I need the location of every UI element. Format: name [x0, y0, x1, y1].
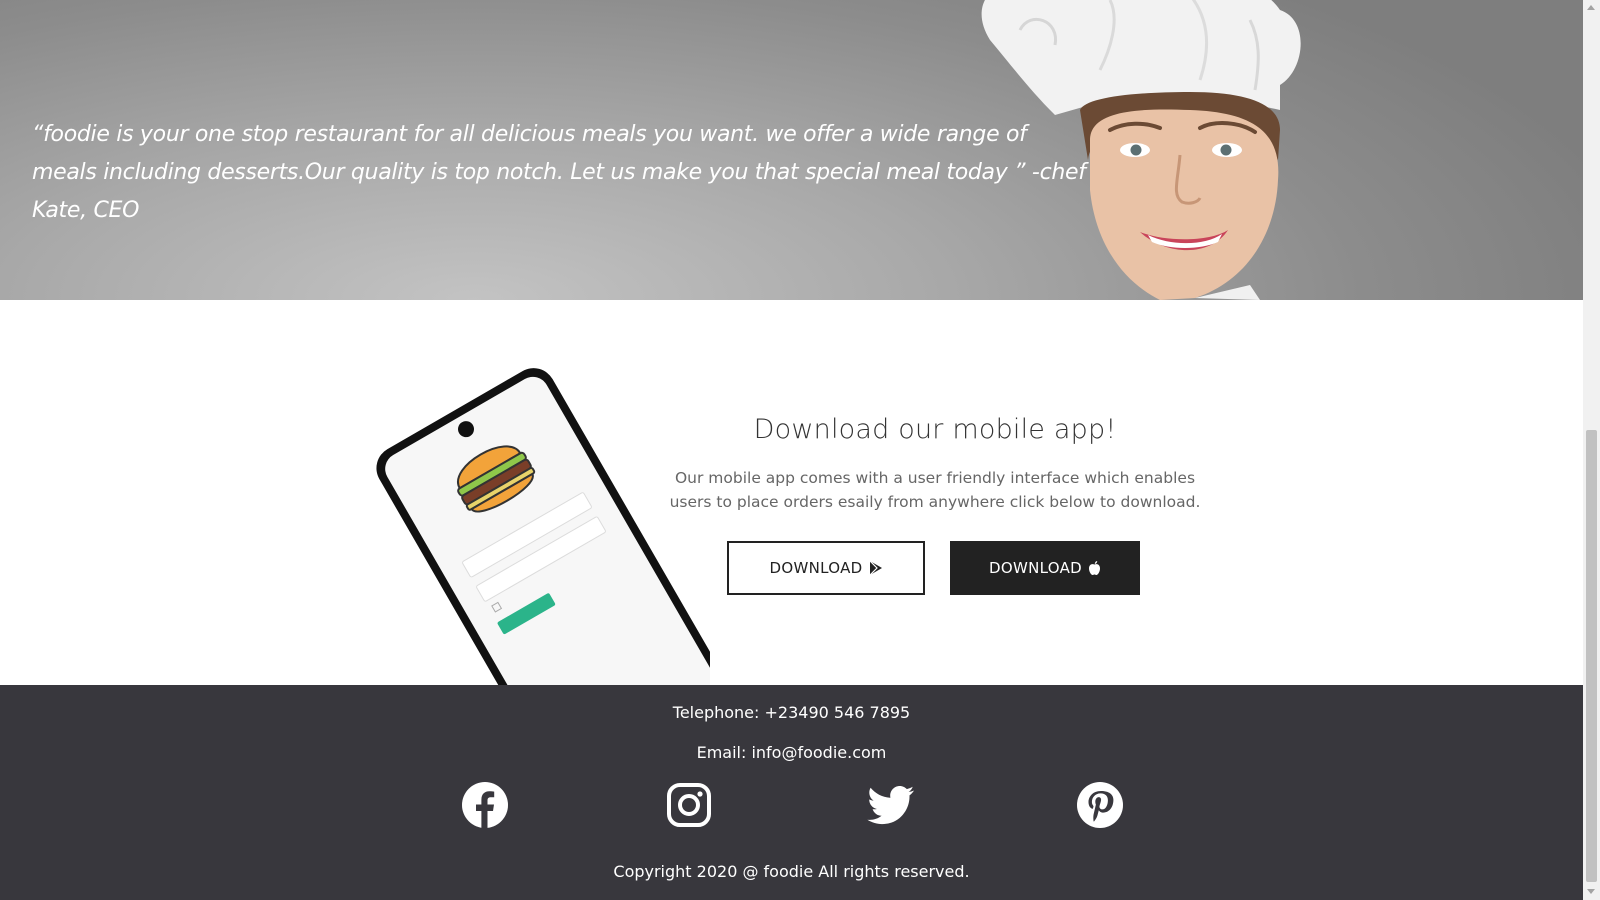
- download-app-store-button[interactable]: DOWNLOAD: [950, 541, 1140, 595]
- apple-icon: [1089, 561, 1100, 576]
- mobile-app-section: Download our mobile app! Our mobile app …: [0, 300, 1583, 685]
- footer-copyright: Copyright 2020 @ foodie All rights reser…: [613, 862, 970, 881]
- pinterest-icon[interactable]: [1076, 781, 1124, 829]
- footer-telephone: Telephone: +23490 546 7895: [672, 703, 911, 722]
- chef-portrait-image: [981, 0, 1301, 300]
- chef-quote: “foodie is your one stop restaurant for …: [32, 122, 1086, 223]
- twitter-icon[interactable]: [867, 781, 915, 829]
- facebook-icon[interactable]: [461, 781, 509, 829]
- google-play-icon: [869, 560, 882, 576]
- app-section-description: Our mobile app comes with a user friendl…: [669, 469, 1201, 511]
- phone-mockup-image: [376, 368, 710, 685]
- footer-email: Email: info@foodie.com: [696, 743, 887, 762]
- app-section-title: Download our mobile app!: [753, 414, 1117, 445]
- scroll-down-arrow-icon[interactable]: [1587, 889, 1595, 894]
- instagram-icon[interactable]: [665, 781, 713, 829]
- testimonial-banner: “foodie is your one stop restaurant for …: [0, 0, 1583, 300]
- scrollbar-thumb[interactable]: [1586, 430, 1597, 882]
- scroll-up-arrow-icon[interactable]: [1587, 5, 1595, 10]
- download-google-play-label: DOWNLOAD: [769, 559, 863, 577]
- download-app-store-label: DOWNLOAD: [989, 559, 1082, 577]
- page-scrollbar[interactable]: [1583, 0, 1600, 900]
- download-google-play-button[interactable]: DOWNLOAD: [727, 541, 925, 595]
- page-footer: Telephone: +23490 546 7895 Email: info@f…: [0, 685, 1583, 900]
